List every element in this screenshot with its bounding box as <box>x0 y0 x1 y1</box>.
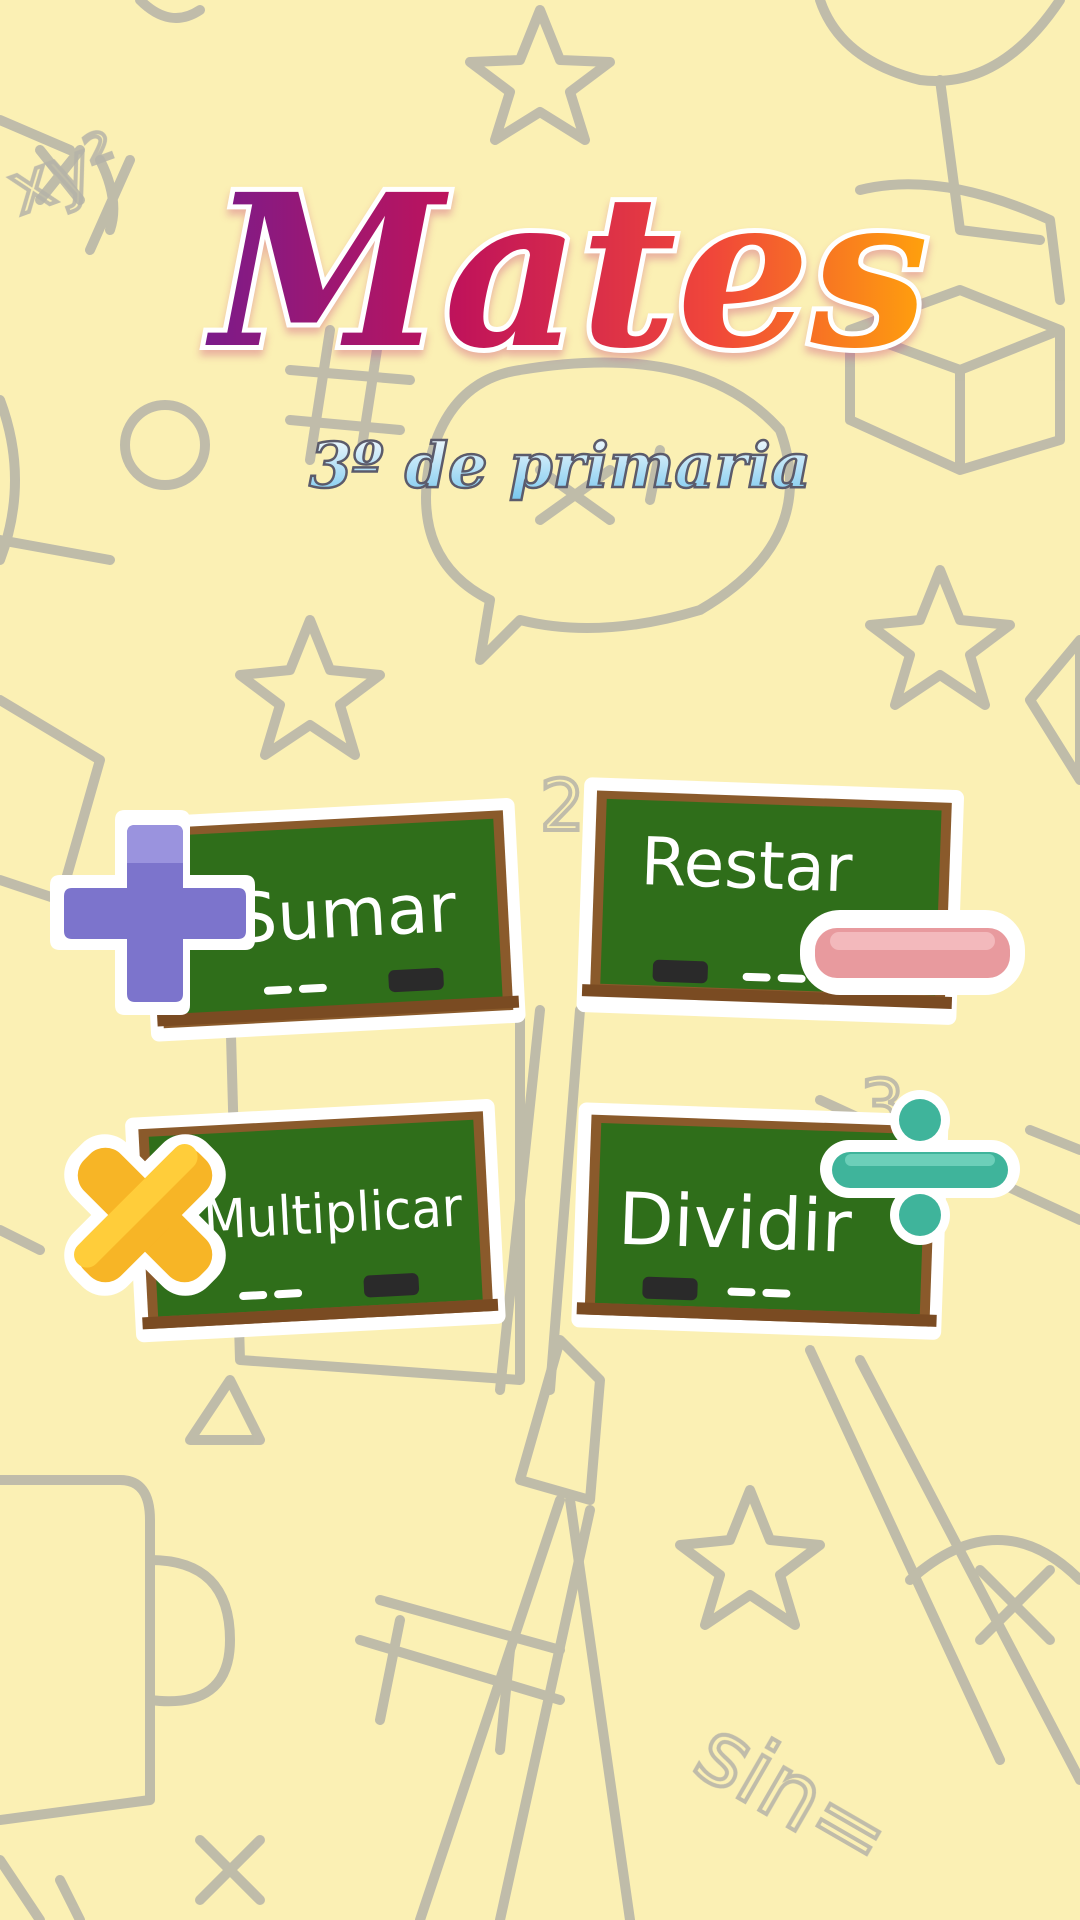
app-title: Mates <box>205 150 928 390</box>
restar-button[interactable]: Restar <box>575 777 1045 1040</box>
chalk <box>777 974 806 983</box>
eraser <box>363 1273 420 1298</box>
dividir-button[interactable]: Dividir <box>570 1090 1030 1350</box>
sumar-label: Sumar <box>232 869 458 960</box>
subtitle-banner: 3º de primaria <box>0 425 1080 515</box>
eraser <box>642 1276 698 1301</box>
doodle-text-sin: sin= <box>679 1698 908 1891</box>
eraser <box>388 967 444 993</box>
title-banner: Mates <box>0 143 1080 400</box>
chalk <box>298 983 327 993</box>
star-doodle <box>465 5 615 145</box>
eraser <box>652 959 708 984</box>
restar-label: Restar <box>640 823 855 907</box>
chalk <box>263 985 292 995</box>
chalk <box>274 1289 303 1299</box>
sumar-button[interactable]: Sumar <box>40 790 526 1042</box>
app-subtitle: 3º de primaria <box>309 429 811 502</box>
minus-icon <box>800 910 1025 995</box>
multiplicar-button[interactable]: Multiplicar <box>55 1090 506 1343</box>
chalk <box>727 1287 756 1297</box>
chalk <box>762 1288 791 1298</box>
dividir-label: Dividir <box>617 1177 854 1269</box>
chalk <box>239 1290 268 1301</box>
chalk <box>742 972 771 982</box>
